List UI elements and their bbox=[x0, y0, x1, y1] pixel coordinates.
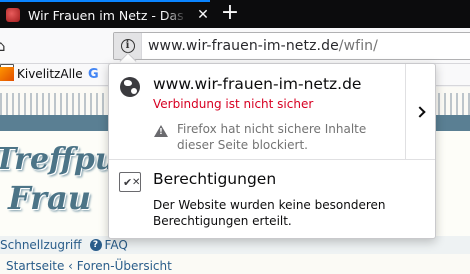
tab-strip: Wir Frauen im Netz - Das Frauen ✕ + bbox=[0, 0, 470, 28]
site-name: www.wir-frauen-im-netz.de bbox=[153, 75, 362, 93]
site-logo-line2[interactable]: Frau bbox=[8, 179, 91, 217]
home-icon[interactable]: ⌂ bbox=[0, 37, 12, 55]
info-icon: i bbox=[120, 39, 135, 53]
url-bar[interactable]: i www.wir-frauen-im-netz.de/wfin/ bbox=[113, 32, 470, 60]
bookmark-kivelitz[interactable]: KivelitzAlle bbox=[0, 67, 83, 81]
divider bbox=[109, 159, 435, 160]
globe-icon bbox=[120, 77, 140, 97]
url-text[interactable]: www.wir-frauen-im-netz.de/wfin/ bbox=[148, 38, 378, 54]
tab-active[interactable]: Wir Frauen im Netz - Das Frauen ✕ bbox=[0, 0, 210, 28]
tab-title: Wir Frauen im Netz - Das Frauen bbox=[28, 7, 188, 23]
navigation-bar: ⌂ i www.wir-frauen-im-netz.de/wfin/ bbox=[0, 28, 470, 64]
new-tab-button[interactable]: + bbox=[216, 0, 244, 28]
permissions-title: Berechtigungen bbox=[153, 170, 277, 188]
bookmark-google[interactable]: G bbox=[88, 67, 99, 82]
permissions-icon: ✔ ✕ bbox=[119, 172, 141, 192]
warning-mark: ! bbox=[159, 127, 163, 136]
connection-status: Verbindung ist nicht sicher bbox=[153, 97, 314, 111]
quicklink-link[interactable]: Schnellzugriff bbox=[0, 238, 82, 252]
help-icon: ? bbox=[89, 239, 102, 251]
blocked-content-message: Firefox hat nicht sichere Inhalte dieser… bbox=[177, 122, 367, 152]
site-favicon-icon bbox=[6, 8, 20, 22]
breadcrumb[interactable]: Startseite ‹ Foren-Übersicht bbox=[0, 259, 470, 274]
faq-link[interactable]: FAQ bbox=[105, 238, 128, 252]
google-icon: G bbox=[88, 67, 99, 82]
bookmark-favicon-icon bbox=[0, 67, 14, 81]
bookmark-label: KivelitzAlle bbox=[17, 67, 83, 81]
url-path: /wfin/ bbox=[338, 38, 378, 54]
chevron-right-icon bbox=[413, 105, 426, 118]
security-section: www.wir-frauen-im-netz.de Verbindung ist… bbox=[109, 64, 405, 159]
url-domain: www.wir-frauen-im-netz.de bbox=[148, 38, 339, 54]
close-icon[interactable]: ✕ bbox=[196, 8, 210, 22]
permissions-description: Der Website wurden keine besonderen Bere… bbox=[153, 198, 386, 228]
security-details-button[interactable] bbox=[405, 64, 436, 159]
site-identity-popup: www.wir-frauen-im-netz.de Verbindung ist… bbox=[108, 63, 436, 239]
